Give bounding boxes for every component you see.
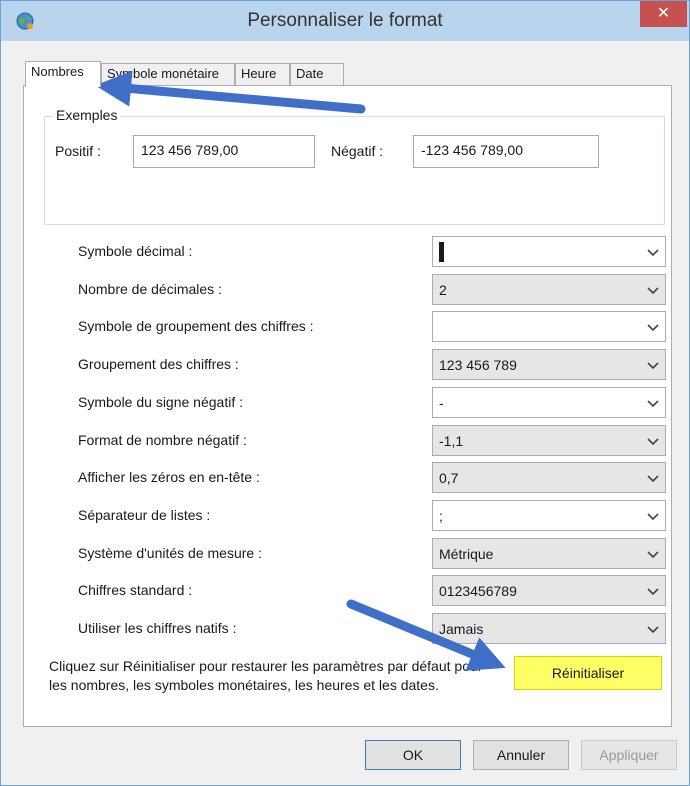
negative-example-field: -123 456 789,00 [413,135,599,168]
dropdown-value: Jamais [439,621,484,637]
setting-dropdown[interactable]: -1,1 [432,424,666,456]
chevron-down-icon[interactable] [647,285,659,295]
setting-label: Nombre de décimales : [78,280,222,297]
examples-group-label: Exemples [53,107,121,123]
setting-label: Séparateur de listes : [78,506,211,523]
tab-symbole-monetaire[interactable]: Symbole monétaire [101,63,235,85]
window-title: Personnaliser le format [247,10,443,31]
apply-button[interactable]: Appliquer [581,740,677,770]
dropdown-value: ; [439,507,443,524]
setting-dropdown[interactable]: 2 [432,273,666,305]
setting-label: Symbole de groupement des chiffres : [78,318,314,335]
setting-label: Utiliser les chiffres natifs : [78,620,237,636]
chevron-down-icon[interactable] [647,360,659,370]
tab-date[interactable]: Date [290,63,344,85]
setting-dropdown[interactable] [432,236,666,267]
setting-dropdown[interactable]: 0123456789 [432,575,666,607]
chevron-down-icon[interactable] [647,549,659,559]
setting-dropdown[interactable]: 0,7 [432,462,666,494]
tab-heure[interactable]: Heure [235,63,290,85]
chevron-down-icon[interactable] [647,586,659,596]
setting-dropdown[interactable]: 123 456 789 [432,349,666,381]
setting-dropdown[interactable]: - [432,386,666,418]
tab-nombres[interactable]: Nombres [25,61,101,87]
chevron-down-icon[interactable] [647,624,659,634]
chevron-down-icon[interactable] [647,322,659,332]
setting-label: Système d'unités de mesure : [78,544,262,561]
chevron-down-icon[interactable] [647,398,659,408]
setting-label: Symbole décimal : [78,243,193,259]
setting-label: Format de nombre négatif : [78,431,247,448]
dropdown-value: 2 [439,281,447,298]
setting-dropdown[interactable]: ; [432,499,666,531]
cancel-button[interactable]: Annuler [473,740,569,770]
setting-label: Symbole du signe négatif : [78,393,243,410]
text-cursor [439,242,444,262]
chevron-down-icon[interactable] [647,436,659,446]
dropdown-value: 0123456789 [439,583,517,600]
dropdown-value: - [439,394,444,411]
positive-label: Positif : [55,143,101,159]
dropdown-value: 123 456 789 [439,357,517,374]
setting-dropdown[interactable]: Métrique [432,537,666,569]
chevron-down-icon[interactable] [647,473,659,483]
dropdown-value: Métrique [439,545,494,562]
dropdown-value: -1,1 [439,432,464,449]
chevron-down-icon[interactable] [647,511,659,521]
setting-label: Chiffres standard : [78,582,193,599]
chevron-down-icon[interactable] [647,247,659,257]
examples-group: Exemples Positif : 123 456 789,00 Négati… [44,107,665,225]
reset-info-text: Cliquez sur Réinitialiser pour restaurer… [49,658,483,693]
reset-button[interactable]: Réinitialiser [514,656,662,690]
negative-label: Négatif : [331,143,384,159]
setting-dropdown[interactable]: Jamais [432,613,666,644]
dropdown-value: 0,7 [439,470,459,487]
customize-format-dialog: Personnaliser le format ✕ Nombres Symbol… [0,0,690,786]
setting-dropdown[interactable] [432,311,666,343]
title-bar[interactable]: Personnaliser le format ✕ [1,1,689,41]
ok-button[interactable]: OK [365,740,461,770]
setting-label: Afficher les zéros en en-tête : [78,469,260,486]
numbers-panel: Exemples Positif : 123 456 789,00 Négati… [23,85,672,727]
close-button[interactable]: ✕ [640,1,687,27]
positive-example-field: 123 456 789,00 [133,135,315,168]
setting-label: Groupement des chiffres : [78,356,239,373]
